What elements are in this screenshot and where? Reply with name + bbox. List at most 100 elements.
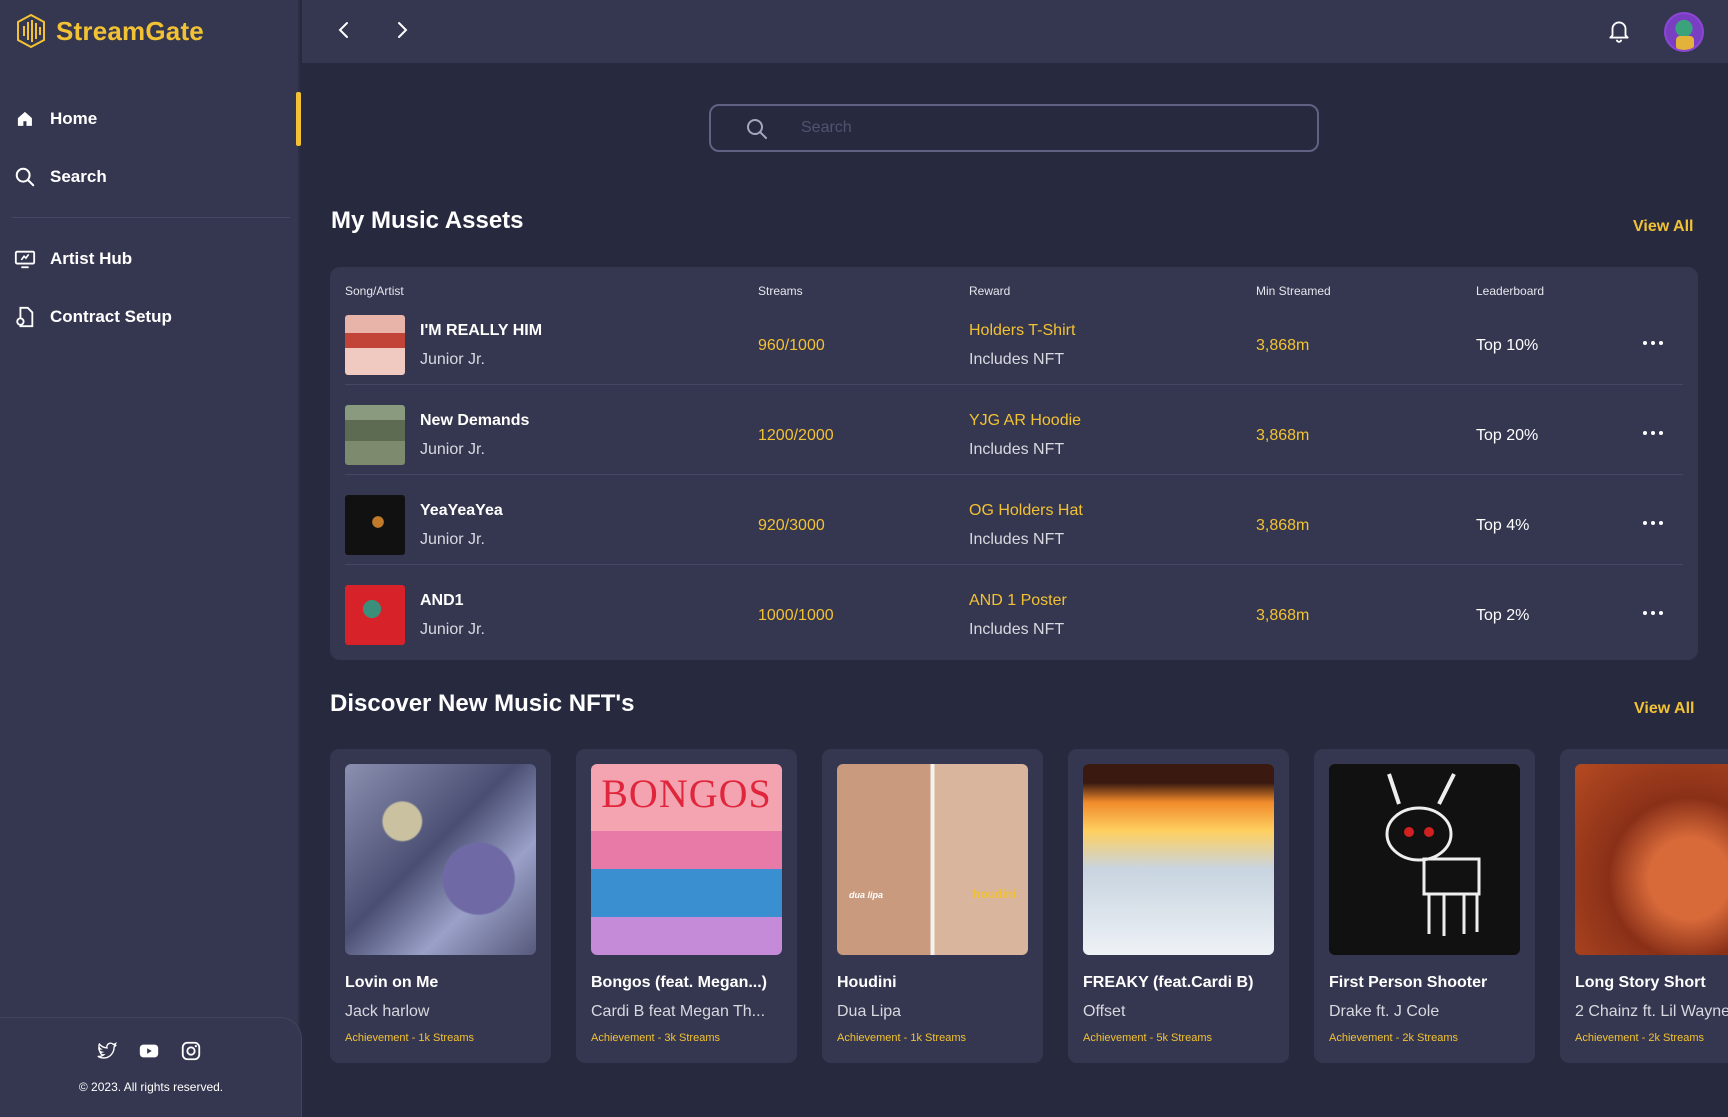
home-icon [17, 111, 32, 126]
nft-artist: Offset [1083, 1003, 1126, 1020]
nft-cover-image [345, 764, 536, 955]
nft-artist: Cardi B feat Megan Th... [591, 1003, 766, 1020]
goat-drawing-icon [1385, 773, 1481, 936]
forward-arrow-icon[interactable] [390, 18, 414, 42]
sidebar-item-artist-hub[interactable]: Artist Hub [14, 244, 132, 274]
leaderboard-value: Top 4% [1476, 517, 1530, 534]
nft-cover-text-left: dua lipa [849, 890, 884, 900]
top-bar [302, 0, 1728, 63]
nft-achievement: Achievement - 1k Streams [837, 1032, 966, 1044]
nft-cover-image [1575, 764, 1728, 955]
active-nav-indicator [296, 92, 301, 146]
monitor-icon [14, 250, 36, 269]
streams-count: 1200/2000 [758, 427, 834, 444]
nft-artist: Dua Lipa [837, 1003, 902, 1020]
nft-cover-image: dua lipa houdini [837, 764, 1028, 955]
nft-card[interactable]: BONGOS Bongos (feat. Megan...) Cardi B f… [576, 749, 797, 1063]
album-cover-image [345, 315, 405, 375]
nft-card[interactable]: FREAKY (feat.Cardi B) Offset Achievement… [1068, 749, 1289, 1063]
song-title: YeaYeaYea [420, 502, 503, 519]
leaderboard-value: Top 2% [1476, 607, 1530, 624]
search-icon [15, 167, 35, 187]
app-name: StreamGate [56, 15, 204, 46]
assets-view-all-link[interactable]: View All [1633, 218, 1693, 236]
song-artist: Junior Jr. [420, 621, 485, 638]
nft-achievement: Achievement - 1k Streams [345, 1032, 474, 1044]
search-icon [747, 119, 767, 139]
song-artist: Junior Jr. [420, 441, 485, 458]
more-options-icon[interactable] [1641, 603, 1665, 623]
back-arrow-icon[interactable] [332, 18, 356, 42]
streams-count: 920/3000 [758, 517, 825, 534]
sidebar: StreamGate Home Search Artist Hub Contra… [0, 0, 302, 1117]
more-options-icon[interactable] [1641, 333, 1665, 353]
more-options-icon[interactable] [1641, 513, 1665, 533]
table-row[interactable]: AND1 Junior Jr. 1000/1000 AND 1 Poster I… [345, 565, 1683, 655]
nft-title: FREAKY (feat.Cardi B) [1083, 974, 1254, 991]
min-streamed-value: 3,868m [1256, 427, 1310, 444]
nft-card[interactable]: Lovin on Me Jack harlow Achievement - 1k… [330, 749, 551, 1063]
reward-name: AND 1 Poster [969, 592, 1067, 609]
reward-name: YJG AR Hoodie [969, 412, 1082, 429]
logo[interactable]: StreamGate [16, 14, 204, 48]
nft-title: Houdini [837, 974, 897, 991]
contract-icon [16, 306, 34, 328]
nft-cover-image [1329, 764, 1520, 955]
nft-card[interactable]: Long Story Short 2 Chainz ft. Lil Wayne … [1560, 749, 1728, 1063]
reward-subtext: Includes NFT [969, 531, 1065, 548]
user-avatar[interactable] [1664, 12, 1704, 52]
discover-title: Discover New Music NFT's [330, 690, 635, 717]
search-input[interactable] [801, 114, 1291, 142]
song-title: AND1 [420, 592, 464, 609]
nft-achievement: Achievement - 3k Streams [591, 1032, 720, 1044]
nft-title: Lovin on Me [345, 974, 439, 991]
nft-card[interactable]: dua lipa houdini Houdini Dua Lipa Achiev… [822, 749, 1043, 1063]
sidebar-footer: © 2023. All rights reserved. [0, 1017, 302, 1117]
sidebar-item-label: Artist Hub [50, 249, 133, 268]
discover-view-all-link[interactable]: View All [1634, 700, 1694, 718]
streamgate-logo-icon [17, 14, 45, 48]
leaderboard-value: Top 10% [1476, 337, 1539, 354]
sidebar-item-label: Contract Setup [50, 307, 172, 326]
table-row[interactable]: I'M REALLY HIM Junior Jr. 960/1000 Holde… [345, 295, 1683, 385]
nft-card[interactable]: First Person Shooter Drake ft. J Cole Ac… [1314, 749, 1535, 1063]
sidebar-item-search[interactable]: Search [14, 162, 107, 192]
reward-name: OG Holders Hat [969, 502, 1083, 519]
album-cover-image [345, 405, 405, 465]
song-title: I'M REALLY HIM [420, 322, 543, 339]
social-links [96, 1040, 202, 1062]
sidebar-item-label: Search [50, 167, 107, 186]
twitter-icon[interactable] [96, 1040, 118, 1062]
sidebar-item-home[interactable]: Home [14, 104, 97, 134]
sidebar-item-contract-setup[interactable]: Contract Setup [14, 302, 172, 332]
nft-cover-image [1083, 764, 1274, 955]
song-artist: Junior Jr. [420, 351, 485, 368]
reward-name: Holders T-Shirt [969, 322, 1076, 339]
streams-count: 960/1000 [758, 337, 825, 354]
copyright-text: © 2023. All rights reserved. [78, 1080, 224, 1094]
notification-bell-icon[interactable] [1606, 17, 1632, 43]
nft-cover-text: BONGOS [601, 771, 772, 816]
my-music-assets-title: My Music Assets [331, 207, 524, 234]
table-row[interactable]: YeaYeaYea Junior Jr. 920/3000 OG Holders… [345, 475, 1683, 565]
youtube-icon[interactable] [138, 1040, 160, 1062]
more-options-icon[interactable] [1641, 423, 1665, 443]
nft-achievement: Achievement - 2k Streams [1329, 1032, 1458, 1044]
album-cover-image [345, 585, 405, 645]
reward-subtext: Includes NFT [969, 441, 1065, 458]
nft-title: Bongos (feat. Megan...) [591, 974, 767, 991]
sidebar-item-label: Home [50, 109, 98, 128]
album-cover-image [345, 495, 405, 555]
nft-artist: Drake ft. J Cole [1329, 1003, 1440, 1020]
reward-subtext: Includes NFT [969, 351, 1065, 368]
min-streamed-value: 3,868m [1256, 337, 1310, 354]
search-bar [709, 104, 1319, 152]
min-streamed-value: 3,868m [1256, 607, 1310, 624]
streams-count: 1000/1000 [758, 607, 834, 624]
nft-title: Long Story Short [1575, 974, 1706, 991]
instagram-icon[interactable] [180, 1040, 202, 1062]
music-assets-table: Song/Artist Streams Reward Min Streamed … [330, 267, 1698, 660]
song-title: New Demands [420, 412, 530, 429]
min-streamed-value: 3,868m [1256, 517, 1310, 534]
table-row[interactable]: New Demands Junior Jr. 1200/2000 YJG AR … [345, 385, 1683, 475]
